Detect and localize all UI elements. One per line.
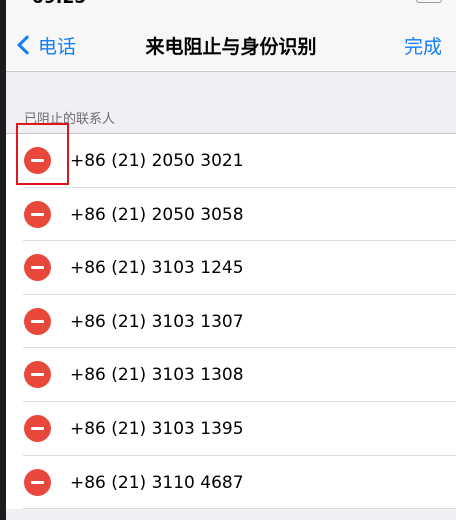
done-button[interactable]: 完成 [404,32,442,59]
delete-icon[interactable] [24,200,51,228]
blocked-contact-row[interactable]: +86 (21) 3103 1245 [6,241,456,295]
blocked-contact-row[interactable]: +86 (21) 3103 1308 [6,348,456,402]
blocked-contacts-list: +86 (21) 2050 3021 +86 (21) 2050 3058 +8… [6,133,456,510]
contact-number: +86 (21) 3110 4687 [70,472,244,493]
battery-icon [416,0,442,3]
delete-icon[interactable] [24,468,51,496]
phone-screen: 09:25 电话 来电阻止与身份识别 完成 已阻止的联系人 +86 (21) 2… [6,0,456,520]
blocked-contact-row[interactable]: +86 (21) 3110 4687 [6,456,456,510]
delete-icon[interactable] [24,307,51,335]
section-header: 已阻止的联系人 [24,112,116,127]
contact-number: +86 (21) 2050 3021 [70,151,244,171]
blocked-contact-row[interactable]: +86 (21) 3103 1307 [6,295,456,349]
delete-icon[interactable] [24,254,51,282]
delete-icon[interactable] [24,147,51,174]
delete-icon[interactable] [24,361,51,389]
navigation-bar: 电话 来电阻止与身份识别 完成 [6,6,456,72]
contact-number: +86 (21) 3103 1308 [70,365,244,386]
contact-number: +86 (21) 3103 1395 [70,418,244,439]
blocked-contact-row[interactable]: +86 (21) 3103 1395 [6,402,456,456]
blocked-contact-row[interactable]: +86 (21) 2050 3021 [6,134,456,188]
delete-icon[interactable] [24,414,51,442]
contact-number: +86 (21) 3103 1245 [70,258,244,279]
blocked-contact-row[interactable]: +86 (21) 2050 3058 [6,188,456,242]
contact-number: +86 (21) 3103 1307 [70,311,244,332]
contact-number: +86 (21) 2050 3058 [70,204,244,225]
page-title: 来电阻止与身份识别 [145,36,317,58]
